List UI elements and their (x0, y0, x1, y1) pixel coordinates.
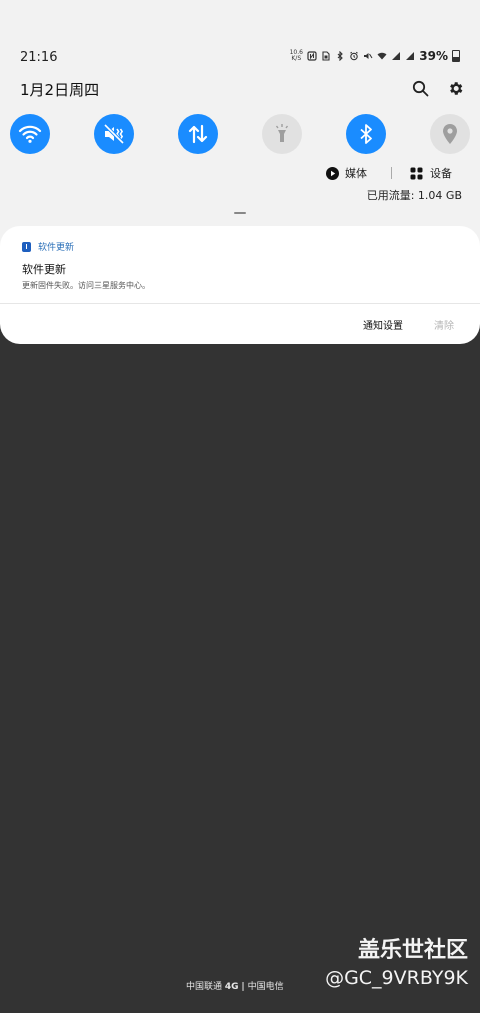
status-bar: 21:16 10.6 K/S 39% (0, 48, 480, 68)
carrier-secondary: 中国电信 (247, 982, 284, 992)
mute-status-icon (364, 53, 373, 59)
battery-percent: 39% (419, 49, 448, 63)
mute-icon (103, 123, 125, 145)
location-toggle[interactable] (430, 114, 470, 154)
location-icon (443, 124, 457, 144)
mute-toggle[interactable] (94, 114, 134, 154)
divider (391, 167, 392, 179)
notification-app-name: 软件更新 (38, 243, 75, 253)
wifi-icon (18, 125, 42, 143)
bluetooth-toggle[interactable] (346, 114, 386, 154)
bluetooth-icon (360, 124, 372, 144)
data-usage-label: 已用流量: 1.04 GB (366, 189, 462, 202)
alarm-icon (350, 51, 359, 61)
status-time: 21:16 (20, 50, 58, 65)
wifi-toggle[interactable] (10, 114, 50, 154)
signal-icon (392, 52, 401, 60)
notification-settings-button[interactable]: 通知设置 (363, 317, 403, 332)
settings-button[interactable] (445, 78, 465, 98)
bluetooth-status-icon (337, 51, 344, 61)
notification-body: 更新固件失败。访问三星服务中心。 (22, 281, 150, 290)
panel-drag-handle[interactable] (234, 212, 246, 214)
battery-icon (452, 50, 460, 62)
quick-panel: 21:16 10.6 K/S 39% 1月2日周四 媒体 设备 已用流量: 1.… (0, 0, 480, 260)
media-label: 媒体 (345, 167, 367, 180)
sim-icon (322, 51, 330, 61)
net-speed: 10.6 K/S (289, 50, 303, 62)
devices-button[interactable]: 设备 (410, 165, 452, 181)
devices-icon (410, 167, 423, 179)
data-transfer-icon (188, 124, 208, 144)
net-speed-unit: K/S (291, 55, 302, 62)
carrier-separator: | (241, 982, 245, 992)
network-type: 4G (224, 982, 239, 992)
media-button[interactable]: 媒体 (326, 165, 367, 181)
notification-card[interactable]: 软件更新 软件更新 更新固件失败。访问三星服务中心。 通知设置 清除 (0, 226, 480, 344)
notification-divider (0, 303, 480, 304)
search-icon (412, 80, 428, 96)
software-update-icon (22, 241, 31, 252)
devices-label: 设备 (430, 167, 452, 180)
notification-app-header: 软件更新 (22, 240, 74, 253)
media-device-row: 媒体 设备 (326, 165, 458, 181)
carrier-label: 中国联通 4G | 中国电信 (186, 979, 284, 992)
status-icons: 10.6 K/S 39% (289, 49, 460, 63)
signal-icon-2 (406, 52, 415, 60)
gear-icon (449, 81, 462, 95)
flashlight-toggle[interactable] (262, 114, 302, 154)
watermark-handle: @GC_9VRBY9K (325, 967, 468, 989)
mobile-data-toggle[interactable] (178, 114, 218, 154)
nfc-icon (307, 51, 317, 61)
clear-notifications-button[interactable]: 清除 (434, 317, 454, 332)
play-icon (326, 166, 339, 180)
search-button[interactable] (410, 78, 430, 98)
carrier-primary: 中国联通 (186, 982, 223, 992)
wifi-status-icon (377, 52, 387, 60)
quick-settings-row (10, 114, 470, 154)
watermark-title: 盖乐世社区 (357, 938, 468, 963)
flashlight-icon (275, 124, 289, 142)
notification-title: 软件更新 (22, 263, 66, 276)
date-label: 1月2日周四 (20, 81, 100, 99)
